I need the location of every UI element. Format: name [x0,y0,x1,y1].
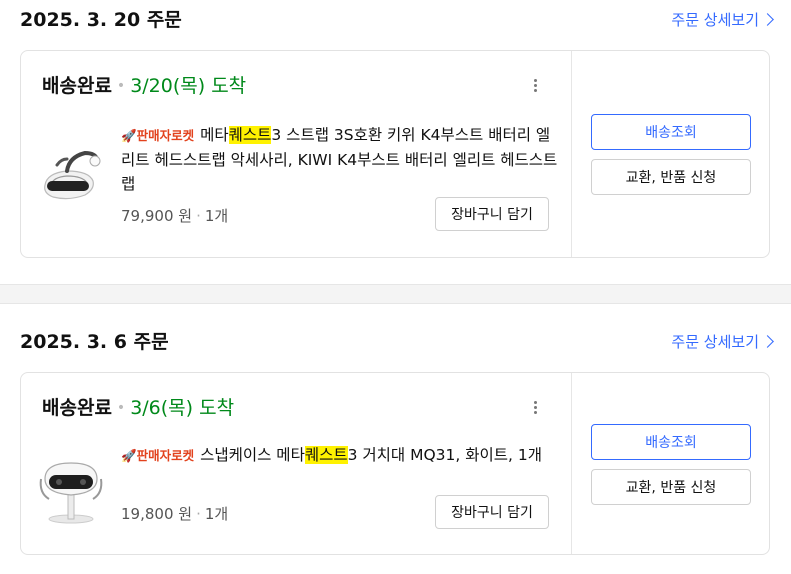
separator-dot: • [116,400,126,416]
quantity: 1개 [204,505,229,523]
track-delivery-button[interactable]: 배송조회 [591,114,751,150]
chevron-right-icon [761,335,774,348]
order-actions: 배송조회 교환, 반품 신청 [571,51,771,257]
order-detail-label: 주문 상세보기 [671,333,759,351]
title-highlight: 퀘스트 [228,126,272,144]
arrival-date: 3/20(목) 도착 [130,75,247,97]
title-highlight: 퀘스트 [304,446,348,464]
return-exchange-button[interactable]: 교환, 반품 신청 [591,159,751,195]
arrival-date: 3/6(목) 도착 [130,397,235,419]
more-options-icon[interactable] [528,399,542,419]
delivery-status: 배송완료 • 3/6(목) 도착 [42,395,234,423]
order-item: 배송완료 • 3/6(목) 도착 🚀판매자로켓 스냅케이스 메타퀘스트3 거치대 MQ… [21,373,572,554]
add-to-cart-button[interactable]: 장바구니 담기 [435,495,549,529]
seller-rocket-badge: 🚀판매자로켓 [121,448,195,463]
order-date: 2025. 3. 20 주문 [20,9,182,31]
order-actions: 배송조회 교환, 반품 신청 [571,373,771,554]
track-delivery-button[interactable]: 배송조회 [591,424,751,460]
product-thumbnail[interactable] [37,453,105,525]
product-title[interactable]: 🚀판매자로켓 메타퀘스트3 스트랩 3S호환 키위 K4부스트 배터리 엘리트 헤… [121,123,561,196]
quantity: 1개 [204,207,229,225]
order-header-2: 2025. 3. 6 주문 주문 상세보기 [20,327,774,357]
order-detail-label: 주문 상세보기 [671,11,759,29]
price-quantity: 19,800 원 · 1개 [121,503,228,524]
title-text: 스냅케이스 메타 [200,446,305,464]
title-text: 메타 [200,126,229,144]
section-divider [0,284,791,304]
order-date: 2025. 3. 6 주문 [20,331,169,353]
title-text: 3 거치대 MQ31, 화이트, 1개 [347,446,543,464]
status-label: 배송완료 [42,75,112,97]
price: 79,900 원 [121,207,193,225]
order-card-2: 배송완료 • 3/6(목) 도착 🚀판매자로켓 스냅케이스 메타퀘스트3 거치대 MQ… [20,372,770,555]
status-label: 배송완료 [42,397,112,419]
order-item: 배송완료 • 3/20(목) 도착 🚀판매자로켓 메타퀘스트3 스트랩 3S호환 키위… [21,51,572,257]
order-detail-link[interactable]: 주문 상세보기 [671,331,774,352]
return-exchange-button[interactable]: 교환, 반품 신청 [591,469,751,505]
order-card-1: 배송완료 • 3/20(목) 도착 🚀판매자로켓 메타퀘스트3 스트랩 3S호환 키위… [20,50,770,258]
delivery-status: 배송완료 • 3/20(목) 도착 [42,73,246,101]
price-quantity: 79,900 원 · 1개 [121,205,228,226]
price: 19,800 원 [121,505,193,523]
add-to-cart-button[interactable]: 장바구니 담기 [435,197,549,231]
product-thumbnail[interactable] [37,145,105,213]
order-detail-link[interactable]: 주문 상세보기 [671,9,774,30]
order-header-1: 2025. 3. 20 주문 주문 상세보기 [20,5,774,35]
separator-dot: · [196,505,201,523]
separator-dot: • [116,78,126,94]
more-options-icon[interactable] [528,77,542,97]
seller-rocket-badge: 🚀판매자로켓 [121,128,195,143]
chevron-right-icon [761,13,774,26]
product-title[interactable]: 🚀판매자로켓 스냅케이스 메타퀘스트3 거치대 MQ31, 화이트, 1개 [121,443,561,468]
separator-dot: · [196,207,201,225]
